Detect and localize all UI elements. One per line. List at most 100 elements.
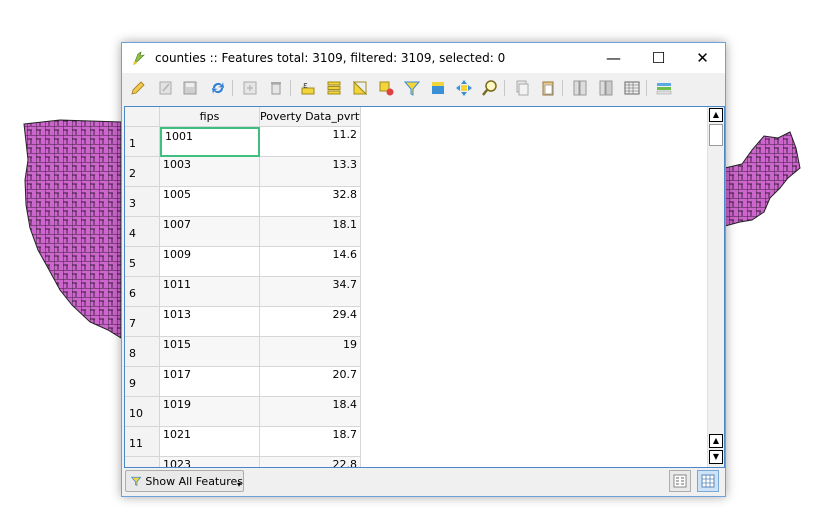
- qgis-table-icon: [133, 51, 145, 65]
- attribute-table-window: counties :: Features total: 3109, filter…: [121, 42, 726, 497]
- invert-selection-icon: [352, 80, 368, 96]
- filter-icon: [131, 476, 142, 487]
- row-header[interactable]: 10: [125, 397, 160, 427]
- table-row[interactable]: 11 1021 18.7: [125, 427, 361, 457]
- table-row[interactable]: 8 1015 19: [125, 337, 361, 367]
- row-header[interactable]: 4: [125, 217, 160, 247]
- poverty-cell[interactable]: 11.2: [260, 127, 361, 157]
- filter-icon: [403, 81, 421, 96]
- row-header[interactable]: 9: [125, 367, 160, 397]
- poverty-cell[interactable]: 34.7: [260, 277, 361, 307]
- conditional-format-icon: [656, 83, 672, 95]
- form-view-button[interactable]: [669, 470, 691, 492]
- fips-cell[interactable]: 1003: [160, 157, 260, 187]
- row-header[interactable]: 8: [125, 337, 160, 367]
- delete-feature-icon: [271, 82, 281, 95]
- scroll-down-arrow-icon[interactable]: ▼: [709, 450, 723, 464]
- table-corner[interactable]: [125, 107, 160, 127]
- select-by-expression-button[interactable]: ε: [298, 78, 318, 98]
- title-bar[interactable]: counties :: Features total: 3109, filter…: [122, 43, 725, 73]
- poverty-cell[interactable]: 18.7: [260, 427, 361, 457]
- west-coast-map-shape: [23, 119, 122, 339]
- new-field-button[interactable]: [570, 78, 590, 98]
- fips-cell[interactable]: 1013: [160, 307, 260, 337]
- multi-edit-icon: [159, 81, 172, 95]
- fips-cell[interactable]: 1021: [160, 427, 260, 457]
- toggle-editing-button[interactable]: [128, 78, 148, 98]
- scroll-up-arrow-icon[interactable]: ▲: [709, 434, 723, 448]
- multi-edit-button[interactable]: [156, 78, 176, 98]
- show-all-features-button[interactable]: Show All Features ▾: [125, 470, 244, 492]
- fips-cell[interactable]: 1019: [160, 397, 260, 427]
- table-view-icon: [701, 474, 715, 488]
- maximize-button[interactable]: ☐: [636, 43, 681, 73]
- zoom-to-selection-button[interactable]: [480, 78, 500, 98]
- table-rows: 1 1001 11.2 2 1003 13.3 3 1005 32.8 4 10…: [125, 127, 361, 467]
- table-row[interactable]: 2 1003 13.3: [125, 157, 361, 187]
- table-row[interactable]: 4 1007 18.1: [125, 217, 361, 247]
- row-header[interactable]: 2: [125, 157, 160, 187]
- poverty-cell[interactable]: 29.4: [260, 307, 361, 337]
- fips-cell[interactable]: 1007: [160, 217, 260, 247]
- poverty-cell[interactable]: 19: [260, 337, 361, 367]
- close-button[interactable]: ✕: [680, 43, 725, 73]
- fips-cell[interactable]: 1001: [160, 127, 260, 157]
- pan-to-selection-icon: [456, 80, 472, 96]
- scrollbar-thumb[interactable]: [709, 124, 723, 146]
- window-title: counties :: Features total: 3109, filter…: [155, 51, 506, 65]
- fips-cell[interactable]: 1015: [160, 337, 260, 367]
- deselect-all-button[interactable]: [376, 78, 396, 98]
- field-calculator-button[interactable]: [622, 78, 642, 98]
- fips-cell[interactable]: 1009: [160, 247, 260, 277]
- move-selection-to-top-button[interactable]: [428, 78, 448, 98]
- paste-button[interactable]: [538, 78, 558, 98]
- fips-cell[interactable]: 1005: [160, 187, 260, 217]
- save-edits-icon: [183, 81, 197, 95]
- table-view-button[interactable]: [697, 470, 719, 492]
- northeast-map-shape: [724, 131, 801, 227]
- attribute-table[interactable]: fips Poverty Data_pvrty 1 1001 11.2 2 10…: [124, 106, 725, 468]
- pan-to-selection-button[interactable]: [454, 78, 474, 98]
- table-row[interactable]: 10 1019 18.4: [125, 397, 361, 427]
- fips-cell[interactable]: 1017: [160, 367, 260, 397]
- table-row[interactable]: 1 1001 11.2: [125, 127, 361, 157]
- column-header-fips[interactable]: fips: [160, 107, 260, 127]
- poverty-cell[interactable]: 18.1: [260, 217, 361, 247]
- add-feature-icon: [243, 81, 257, 95]
- copy-button[interactable]: [512, 78, 532, 98]
- delete-feature-button[interactable]: [266, 78, 286, 98]
- row-header[interactable]: 5: [125, 247, 160, 277]
- row-header[interactable]: 6: [125, 277, 160, 307]
- table-row[interactable]: 9 1017 20.7: [125, 367, 361, 397]
- poverty-cell[interactable]: 20.7: [260, 367, 361, 397]
- row-header[interactable]: 7: [125, 307, 160, 337]
- reload-button[interactable]: [208, 78, 228, 98]
- row-header[interactable]: 11: [125, 427, 160, 457]
- row-header[interactable]: 3: [125, 187, 160, 217]
- poverty-cell[interactable]: 32.8: [260, 187, 361, 217]
- filter-button[interactable]: [402, 78, 422, 98]
- delete-field-button[interactable]: [596, 78, 616, 98]
- poverty-cell[interactable]: 14.6: [260, 247, 361, 277]
- scroll-up-arrow-icon[interactable]: ▲: [709, 108, 723, 122]
- reload-icon: [212, 82, 224, 94]
- column-header-poverty[interactable]: Poverty Data_pvrty: [260, 107, 361, 127]
- fips-cell[interactable]: 1011: [160, 277, 260, 307]
- vertical-scrollbar[interactable]: ▲ ▲ ▼: [707, 107, 724, 467]
- form-view-icon: [673, 474, 687, 488]
- save-edits-button[interactable]: [180, 78, 200, 98]
- conditional-formatting-button[interactable]: [654, 78, 674, 98]
- poverty-cell[interactable]: 18.4: [260, 397, 361, 427]
- add-feature-button[interactable]: [240, 78, 260, 98]
- table-row[interactable]: 6 1011 34.7: [125, 277, 361, 307]
- table-row[interactable]: 3 1005 32.8: [125, 187, 361, 217]
- table-row[interactable]: 7 1013 29.4: [125, 307, 361, 337]
- row-header[interactable]: 1: [125, 127, 160, 157]
- minimize-button[interactable]: —: [591, 43, 636, 73]
- deselect-icon: [379, 81, 394, 96]
- select-expression-icon: ε: [301, 81, 315, 95]
- invert-selection-button[interactable]: [350, 78, 370, 98]
- poverty-cell[interactable]: 13.3: [260, 157, 361, 187]
- table-row[interactable]: 5 1009 14.6: [125, 247, 361, 277]
- select-all-button[interactable]: [324, 78, 344, 98]
